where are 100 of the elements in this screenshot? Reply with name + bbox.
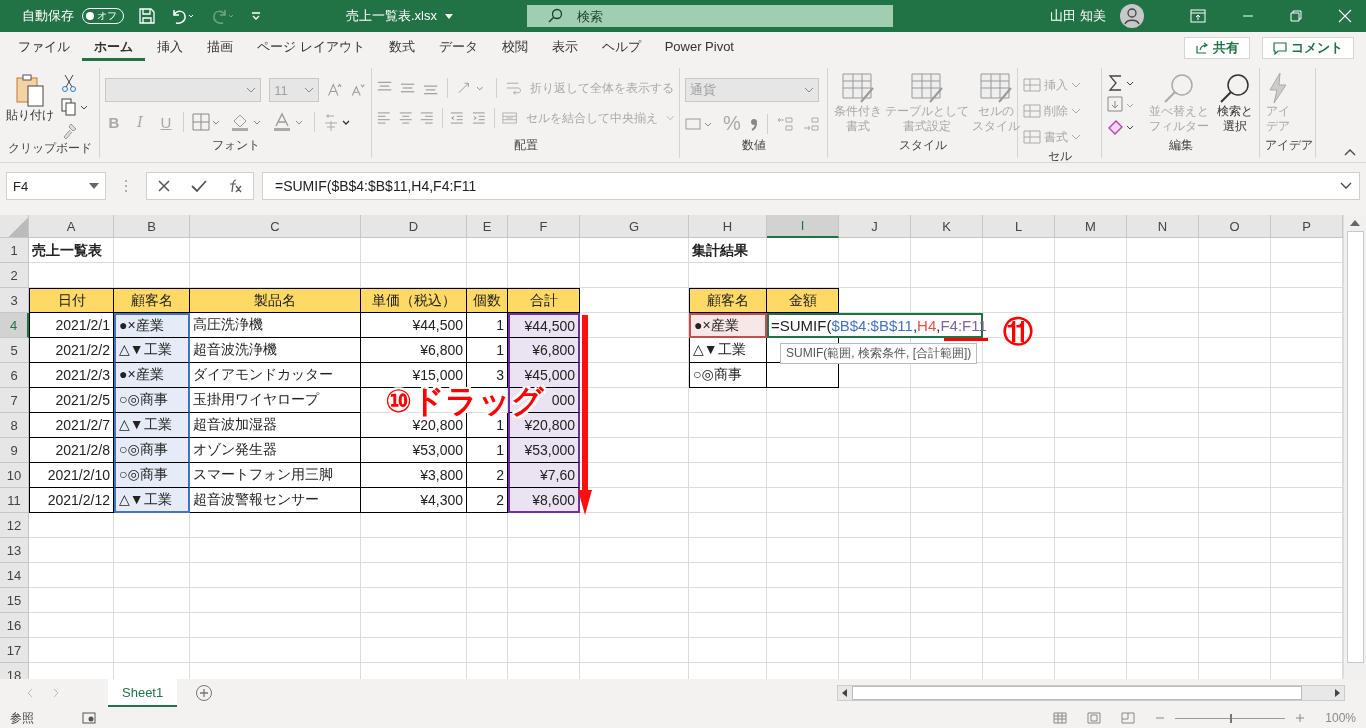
file-name[interactable]: 売上一覧表.xlsx bbox=[346, 7, 437, 25]
align-middle-icon[interactable] bbox=[400, 81, 416, 95]
ribbon-tab[interactable]: Power Pivot bbox=[652, 35, 746, 61]
ribbon-tab[interactable]: 挿入 bbox=[145, 35, 195, 61]
decrease-decimal-icon[interactable] bbox=[801, 115, 820, 132]
row-header[interactable]: 6 bbox=[0, 363, 29, 388]
row-header[interactable]: 14 bbox=[0, 563, 29, 588]
scroll-left-icon[interactable] bbox=[841, 688, 849, 698]
prev-sheet-icon[interactable] bbox=[26, 688, 34, 698]
column-header[interactable]: B bbox=[114, 215, 190, 238]
increase-indent-icon[interactable] bbox=[471, 111, 486, 125]
select-all-button[interactable] bbox=[0, 215, 29, 238]
row-header[interactable]: 17 bbox=[0, 638, 29, 663]
row-header[interactable]: 3 bbox=[0, 288, 29, 313]
caret-icon[interactable] bbox=[445, 13, 453, 19]
column-header[interactable]: A bbox=[29, 215, 114, 238]
chevron-icon[interactable] bbox=[1071, 134, 1081, 140]
copy-icon[interactable] bbox=[61, 98, 89, 116]
enter-icon[interactable] bbox=[191, 179, 207, 193]
grow-font-icon[interactable] bbox=[326, 81, 343, 99]
undo-icon[interactable] bbox=[170, 7, 196, 25]
row-header[interactable]: 5 bbox=[0, 338, 29, 363]
normal-view-icon[interactable] bbox=[1053, 712, 1068, 724]
sheet-tab[interactable]: Sheet1 bbox=[108, 679, 178, 707]
ribbon-tab[interactable]: ヘルプ bbox=[589, 35, 653, 61]
cut-icon[interactable] bbox=[61, 74, 77, 92]
row-header[interactable]: 9 bbox=[0, 438, 29, 463]
column-header[interactable]: O bbox=[1199, 215, 1271, 238]
next-sheet-icon[interactable] bbox=[52, 688, 60, 698]
table-cell: スマートフォン用三脚 bbox=[190, 463, 361, 488]
ribbon-tab[interactable]: ホーム bbox=[82, 35, 145, 61]
horizontal-scrollbar[interactable] bbox=[837, 685, 1345, 701]
page-break-icon[interactable] bbox=[1121, 712, 1136, 724]
search-field[interactable]: 検索 bbox=[527, 5, 893, 27]
column-header[interactable]: H bbox=[689, 215, 767, 238]
column-header[interactable]: G bbox=[580, 215, 689, 238]
ribbon-tab[interactable]: ページ レイアウト bbox=[245, 35, 377, 61]
chevron-icon[interactable] bbox=[1071, 108, 1081, 114]
save-icon[interactable] bbox=[138, 7, 156, 25]
align-left-icon[interactable] bbox=[377, 111, 391, 125]
add-sheet-icon[interactable] bbox=[195, 684, 214, 702]
column-header[interactable]: I bbox=[767, 215, 839, 238]
ribbon-tab[interactable]: ファイル bbox=[6, 35, 82, 61]
ribbon-tab[interactable]: 表示 bbox=[539, 35, 590, 61]
row-header[interactable]: 15 bbox=[0, 588, 29, 613]
collapse-ribbon-icon[interactable] bbox=[1344, 148, 1356, 156]
column-header[interactable]: L bbox=[983, 215, 1055, 238]
row-header[interactable]: 1 bbox=[0, 238, 29, 263]
row-header[interactable]: 16 bbox=[0, 613, 29, 638]
scroll-up-icon[interactable] bbox=[1350, 219, 1360, 227]
cancel-icon[interactable] bbox=[157, 179, 171, 193]
ribbon-tab[interactable]: 描画 bbox=[195, 35, 245, 61]
row-header[interactable]: 4 bbox=[0, 313, 29, 338]
ribbon-tab[interactable]: 校閲 bbox=[489, 35, 540, 61]
chevron-icon[interactable] bbox=[665, 115, 674, 121]
row-header[interactable]: 10 bbox=[0, 463, 29, 488]
increase-decimal-icon[interactable] bbox=[775, 115, 794, 132]
shrink-font-icon[interactable] bbox=[350, 81, 366, 99]
column-header[interactable]: J bbox=[839, 215, 911, 238]
ribbon-display-icon[interactable] bbox=[1190, 9, 1206, 23]
row-header[interactable]: 18 bbox=[0, 663, 29, 679]
format-painter-icon[interactable] bbox=[61, 122, 79, 140]
share-button[interactable]: 共有 bbox=[1184, 37, 1250, 59]
row-header[interactable]: 11 bbox=[0, 488, 29, 513]
name-box[interactable]: F4 bbox=[6, 172, 106, 200]
row-header[interactable]: 7 bbox=[0, 388, 29, 413]
column-header[interactable]: E bbox=[467, 215, 508, 238]
paste-button[interactable]: 貼り付け bbox=[5, 72, 55, 123]
page-layout-icon[interactable] bbox=[1087, 712, 1102, 724]
editing-button[interactable]: 検索と 選択 bbox=[1216, 72, 1254, 134]
column-header[interactable]: C bbox=[190, 215, 361, 238]
restore-icon[interactable] bbox=[1290, 10, 1302, 22]
ribbon-tab[interactable]: データ bbox=[426, 35, 490, 61]
customize-icon[interactable] bbox=[250, 10, 262, 22]
column-header[interactable]: N bbox=[1127, 215, 1199, 238]
row-header[interactable]: 13 bbox=[0, 538, 29, 563]
borders-icon[interactable] bbox=[192, 113, 222, 131]
redo-icon[interactable] bbox=[210, 7, 236, 25]
column-header[interactable]: M bbox=[1055, 215, 1127, 238]
decrease-indent-icon[interactable] bbox=[450, 111, 464, 125]
chevron-icon[interactable] bbox=[1071, 82, 1081, 88]
macro-record-icon[interactable] bbox=[82, 712, 96, 724]
row-header[interactable]: 12 bbox=[0, 513, 29, 538]
avatar-icon[interactable] bbox=[1120, 4, 1144, 28]
close-icon[interactable] bbox=[1338, 9, 1352, 23]
zoom-in-icon[interactable] bbox=[1295, 713, 1306, 723]
insert-function-icon[interactable] bbox=[227, 179, 243, 193]
align-center-icon[interactable] bbox=[398, 111, 413, 125]
column-header[interactable]: D bbox=[361, 215, 467, 238]
column-header[interactable]: K bbox=[911, 215, 983, 238]
align-right-icon[interactable] bbox=[420, 111, 434, 125]
row-header[interactable]: 2 bbox=[0, 263, 29, 288]
row-header[interactable]: 8 bbox=[0, 413, 29, 438]
scroll-right-icon[interactable] bbox=[1333, 688, 1341, 698]
expand-icon[interactable] bbox=[1340, 182, 1352, 190]
column-header[interactable]: F bbox=[508, 215, 580, 238]
ribbon-tab[interactable]: 数式 bbox=[376, 35, 427, 61]
comment-button[interactable]: コメント bbox=[1262, 37, 1354, 59]
column-header[interactable]: P bbox=[1271, 215, 1343, 238]
formula-field[interactable]: =SUMIF($B$4:$B$11,H4,F4:F11 bbox=[262, 172, 1360, 200]
